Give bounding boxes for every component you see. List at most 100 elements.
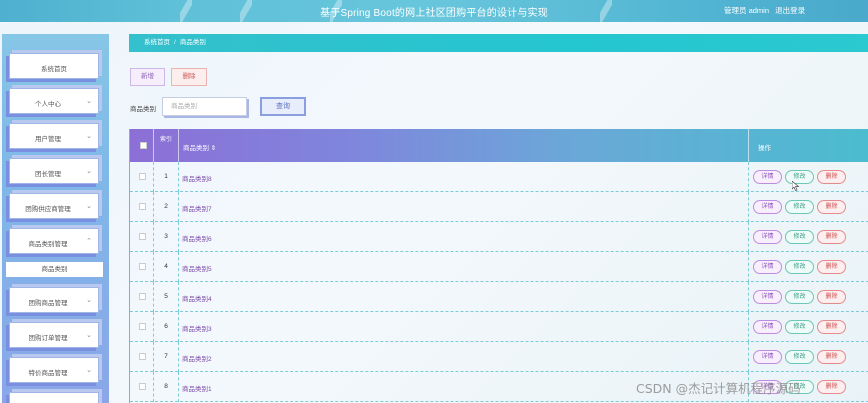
row-delete-button[interactable]: 删除 bbox=[817, 350, 846, 364]
sidebar-item-label: 团长管理 bbox=[35, 171, 61, 178]
detail-button[interactable]: 详情 bbox=[753, 320, 782, 334]
cell-divider bbox=[178, 372, 179, 402]
sidebar-item-label: 团购商品管理 bbox=[28, 300, 68, 307]
sidebar-item-label: 商品类别管理 bbox=[28, 241, 68, 248]
breadcrumb: 系统首页 / 商品类别 bbox=[129, 34, 868, 52]
row-category-name: 商品类别8 bbox=[182, 176, 212, 183]
edit-button[interactable]: 修改 bbox=[785, 200, 814, 214]
detail-button[interactable]: 详情 bbox=[753, 200, 782, 214]
sidebar-item-orders[interactable]: 团购订单管理 ⌄ bbox=[9, 322, 99, 348]
row-checkbox[interactable] bbox=[139, 383, 146, 390]
row-checkbox[interactable] bbox=[139, 293, 146, 300]
table-header: 索引 商品类别 ⇕ 操作 bbox=[130, 129, 868, 162]
table-row: 6 商品类别3 详情 修改 删除 bbox=[130, 312, 868, 342]
detail-button[interactable]: 详情 bbox=[753, 170, 782, 184]
select-all-checkbox[interactable] bbox=[140, 142, 147, 149]
sidebar-item-suppliers[interactable]: 团购供应商管理 ⌄ bbox=[9, 193, 99, 219]
cell-divider bbox=[748, 312, 749, 342]
row-index: 7 bbox=[164, 353, 168, 360]
row-index: 1 bbox=[164, 173, 168, 180]
sidebar-item-group-products[interactable]: 团购商品管理 ⌄ bbox=[9, 287, 99, 313]
chevron-down-icon: ⌄ bbox=[86, 367, 92, 374]
chevron-down-icon: ⌄ bbox=[86, 168, 92, 175]
logout-link[interactable]: 退出登录 bbox=[775, 6, 805, 15]
row-index: 2 bbox=[164, 203, 168, 210]
chevron-down-icon: ⌄ bbox=[86, 133, 92, 140]
table-row: 4 商品类别5 详情 修改 删除 bbox=[130, 252, 868, 282]
row-category-name: 商品类别6 bbox=[182, 236, 212, 243]
mouse-cursor-icon bbox=[792, 181, 800, 191]
edit-button[interactable]: 修改 bbox=[785, 230, 814, 244]
delete-button[interactable]: 删除 bbox=[171, 68, 207, 86]
row-checkbox[interactable] bbox=[139, 233, 146, 240]
header-index: 索引 bbox=[159, 137, 172, 143]
sidebar-item-label: 用户管理 bbox=[35, 136, 61, 143]
cell-divider bbox=[748, 252, 749, 282]
breadcrumb-home[interactable]: 系统首页 bbox=[144, 39, 170, 46]
row-delete-button[interactable]: 删除 bbox=[817, 290, 846, 304]
cell-divider bbox=[178, 282, 179, 312]
row-category-name: 商品类别7 bbox=[182, 206, 212, 213]
row-index: 6 bbox=[164, 323, 168, 330]
chevron-down-icon: ⌄ bbox=[86, 203, 92, 210]
sidebar-item-categories[interactable]: 商品类别管理 ⌃ bbox=[9, 228, 99, 254]
detail-button[interactable]: 详情 bbox=[753, 230, 782, 244]
table-row: 3 商品类别6 详情 修改 删除 bbox=[130, 222, 868, 252]
chevron-down-icon: ⌄ bbox=[86, 332, 92, 339]
cell-divider bbox=[178, 222, 179, 252]
chevron-up-icon: ⌃ bbox=[86, 238, 92, 245]
row-index: 5 bbox=[164, 293, 168, 300]
user-area: 管理员 admin 退出登录 bbox=[724, 5, 809, 16]
row-checkbox[interactable] bbox=[139, 203, 146, 210]
watermark: CSDN @杰记计算机程序源码 bbox=[636, 381, 801, 396]
cell-divider bbox=[178, 162, 179, 192]
sidebar-item-label: 团购订单管理 bbox=[28, 335, 68, 342]
cell-divider bbox=[178, 252, 179, 282]
table-row: 5 商品类别4 详情 修改 删除 bbox=[130, 282, 868, 312]
row-delete-button[interactable]: 删除 bbox=[817, 320, 846, 334]
row-category-name: 商品类别4 bbox=[182, 296, 212, 303]
row-delete-button[interactable]: 删除 bbox=[817, 380, 846, 394]
sidebar-item-label: 系统首页 bbox=[41, 66, 67, 73]
add-button[interactable]: 新增 bbox=[130, 68, 165, 86]
row-index: 3 bbox=[164, 233, 168, 240]
row-category-name: 商品类别1 bbox=[182, 386, 212, 393]
row-delete-button[interactable]: 删除 bbox=[817, 200, 846, 214]
row-delete-button[interactable]: 删除 bbox=[817, 260, 846, 274]
sidebar: 系统首页 个人中心 ⌄ 用户管理 ⌄ 团长管理 ⌄ 团购供应商管理 ⌄ 商品类别… bbox=[2, 34, 109, 403]
row-delete-button[interactable]: 删除 bbox=[817, 170, 846, 184]
edit-button[interactable]: 修改 bbox=[785, 320, 814, 334]
user-label: 管理员 admin bbox=[724, 6, 770, 15]
detail-button[interactable]: 详情 bbox=[753, 290, 782, 304]
header-category[interactable]: 商品类别 ⇕ bbox=[183, 142, 216, 152]
search-label: 商品类别 bbox=[130, 106, 156, 113]
search-button[interactable]: 查询 bbox=[260, 97, 306, 116]
detail-button[interactable]: 详情 bbox=[753, 260, 782, 274]
header-divider bbox=[153, 129, 154, 162]
sidebar-item-leaders[interactable]: 团长管理 ⌄ bbox=[9, 158, 99, 184]
row-checkbox[interactable] bbox=[139, 353, 146, 360]
sidebar-item-label: 特价商品管理 bbox=[28, 370, 68, 377]
top-bar: 基于Spring Boot的网上社区团购平台的设计与实现 管理员 admin 退… bbox=[0, 0, 868, 22]
row-checkbox[interactable] bbox=[139, 323, 146, 330]
sidebar-item-special[interactable]: 特价商品管理 ⌄ bbox=[9, 357, 99, 383]
table-row: 7 商品类别2 详情 修改 删除 bbox=[130, 342, 868, 372]
sidebar-item-label: 个人中心 bbox=[35, 101, 61, 108]
edit-button[interactable]: 修改 bbox=[785, 350, 814, 364]
table-row: 2 商品类别7 详情 修改 删除 bbox=[130, 192, 868, 222]
detail-button[interactable]: 详情 bbox=[753, 350, 782, 364]
sidebar-item-profile[interactable]: 个人中心 ⌄ bbox=[9, 88, 99, 114]
sidebar-item-more[interactable] bbox=[9, 392, 99, 403]
search-input[interactable] bbox=[162, 97, 247, 116]
sidebar-item-home[interactable]: 系统首页 bbox=[9, 53, 99, 79]
row-checkbox[interactable] bbox=[139, 263, 146, 270]
submenu-item-category[interactable]: 商品类别 bbox=[6, 262, 103, 277]
row-delete-button[interactable]: 删除 bbox=[817, 230, 846, 244]
sidebar-item-users[interactable]: 用户管理 ⌄ bbox=[9, 123, 99, 149]
edit-button[interactable]: 修改 bbox=[785, 260, 814, 274]
breadcrumb-separator: / bbox=[174, 39, 176, 46]
edit-button[interactable]: 修改 bbox=[785, 290, 814, 304]
cell-divider bbox=[178, 312, 179, 342]
cell-divider bbox=[178, 192, 179, 222]
row-checkbox[interactable] bbox=[139, 173, 146, 180]
